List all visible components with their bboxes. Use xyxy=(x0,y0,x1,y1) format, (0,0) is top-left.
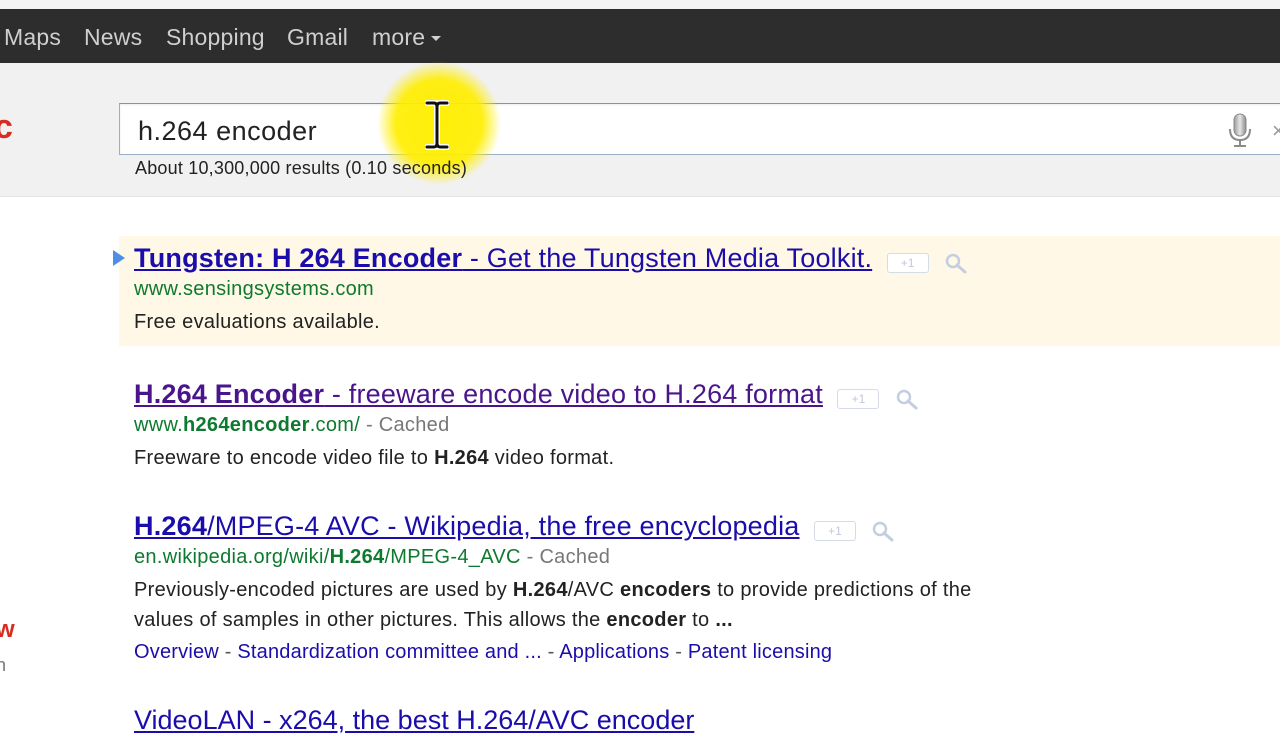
snippet-bold: encoder xyxy=(606,609,687,631)
sublink-applications[interactable]: Applications xyxy=(559,641,669,663)
clear-search-icon[interactable]: × xyxy=(1272,118,1280,144)
snippet-bold: H.264 xyxy=(512,579,568,601)
plus-one-button[interactable]: +1 xyxy=(813,520,856,541)
result-1-title[interactable]: Tungsten: H 264 Encoder - Get the Tungst… xyxy=(134,243,872,273)
result-3-title[interactable]: H.264/MPEG-4 AVC - Wikipedia, the free e… xyxy=(134,511,800,541)
ad-marker-icon xyxy=(113,250,125,266)
result-2-url[interactable]: www.h264encoder.com/ - Cached xyxy=(134,414,920,437)
top-strip xyxy=(0,0,1280,9)
url-suffix: /MPEG-4_AVC xyxy=(384,546,521,568)
top-navigation-bar: Maps News Shopping Gmail more xyxy=(0,9,1280,63)
plus-one-button[interactable]: +1 xyxy=(837,388,880,409)
url-suffix: .com/ xyxy=(309,414,361,436)
result-3-title-bold: H.264 xyxy=(134,511,208,541)
result-1-title-bold: Tungsten: H 264 Encoder xyxy=(134,243,463,273)
snippet-text: Freeware to encode video file to xyxy=(134,447,435,469)
text-cursor-icon xyxy=(425,100,449,150)
result-1-title-rest: - Get the Tungsten Media Toolkit. xyxy=(462,243,873,273)
url-prefix: en.wikipedia.org/wiki/ xyxy=(134,546,330,568)
separator: - xyxy=(224,641,232,663)
search-icon[interactable] xyxy=(894,388,920,410)
microphone-icon[interactable] xyxy=(1227,113,1253,149)
result-3-snippet: Previously-encoded pictures are used by … xyxy=(134,575,972,635)
snippet-text: to xyxy=(686,609,716,631)
search-icon[interactable] xyxy=(943,252,969,274)
snippet-text: Previously-encoded pictures are used by xyxy=(134,579,513,601)
sublink-standardization[interactable]: Standardization committee and ... xyxy=(237,641,542,663)
result-2-title-bold: H.264 Encoder xyxy=(134,379,325,409)
result-stats: About 10,300,000 results (0.10 seconds) xyxy=(135,158,468,178)
sublink-patent-licensing[interactable]: Patent licensing xyxy=(688,641,832,663)
url-bold: H.264 xyxy=(329,546,385,568)
nav-gmail[interactable]: Gmail xyxy=(287,9,348,63)
result-2-snippet: Freeware to encode video file to H.264 v… xyxy=(134,443,920,473)
result-1: Tungsten: H 264 Encoder - Get the Tungst… xyxy=(134,242,969,337)
snippet-bold: encoders xyxy=(620,579,712,601)
cached-link[interactable]: - Cached xyxy=(521,546,610,568)
result-3-title-rest: /MPEG-4 AVC - Wikipedia, the free encycl… xyxy=(207,511,800,541)
result-1-url[interactable]: www.sensingsystems.com xyxy=(134,278,969,301)
search-icon[interactable] xyxy=(870,520,896,542)
separator: - xyxy=(675,641,683,663)
result-3: H.264/MPEG-4 AVC - Wikipedia, the free e… xyxy=(134,510,972,664)
result-2: H.264 Encoder - freeware encode video to… xyxy=(134,378,920,473)
nav-maps[interactable]: Maps xyxy=(4,9,61,63)
plus-one-button[interactable]: +1 xyxy=(886,252,929,273)
search-input[interactable] xyxy=(136,110,1040,152)
result-4-title[interactable]: VideoLAN - x264, the best H.264/AVC enco… xyxy=(134,705,694,736)
search-box[interactable] xyxy=(119,103,1280,155)
result-3-sublinks: Overview - Standardization committee and… xyxy=(134,641,972,664)
logo-fragment: c xyxy=(0,108,13,146)
result-3-url[interactable]: en.wikipedia.org/wiki/H.264/MPEG-4_AVC -… xyxy=(134,546,972,569)
left-panel-fragment-2: n xyxy=(0,655,7,675)
caret-down-icon xyxy=(431,36,442,42)
snippet-text: values of samples in other pictures. Thi… xyxy=(134,609,607,631)
result-2-title-rest: - freeware encode video to H.264 format xyxy=(324,379,823,409)
url-prefix: www. xyxy=(134,414,183,436)
url-bold: h264encoder xyxy=(182,414,310,436)
result-1-snippet: Free evaluations available. xyxy=(134,311,381,333)
separator: - xyxy=(547,641,555,663)
snippet-bold: H.264 xyxy=(434,447,489,469)
left-panel-fragment: w xyxy=(0,616,15,643)
nav-more[interactable]: more xyxy=(372,9,442,63)
snippet-text: /AVC xyxy=(567,579,621,601)
nav-shopping[interactable]: Shopping xyxy=(166,9,265,63)
nav-news[interactable]: News xyxy=(84,9,142,63)
nav-more-label: more xyxy=(372,24,426,50)
cached-link[interactable]: - Cached xyxy=(360,414,449,436)
sublink-overview[interactable]: Overview xyxy=(134,641,219,663)
snippet-text: to provide predictions of the xyxy=(711,579,972,601)
snippet-text: video format. xyxy=(488,447,615,469)
result-2-title[interactable]: H.264 Encoder - freeware encode video to… xyxy=(134,379,823,409)
snippet-bold: ... xyxy=(715,609,733,631)
